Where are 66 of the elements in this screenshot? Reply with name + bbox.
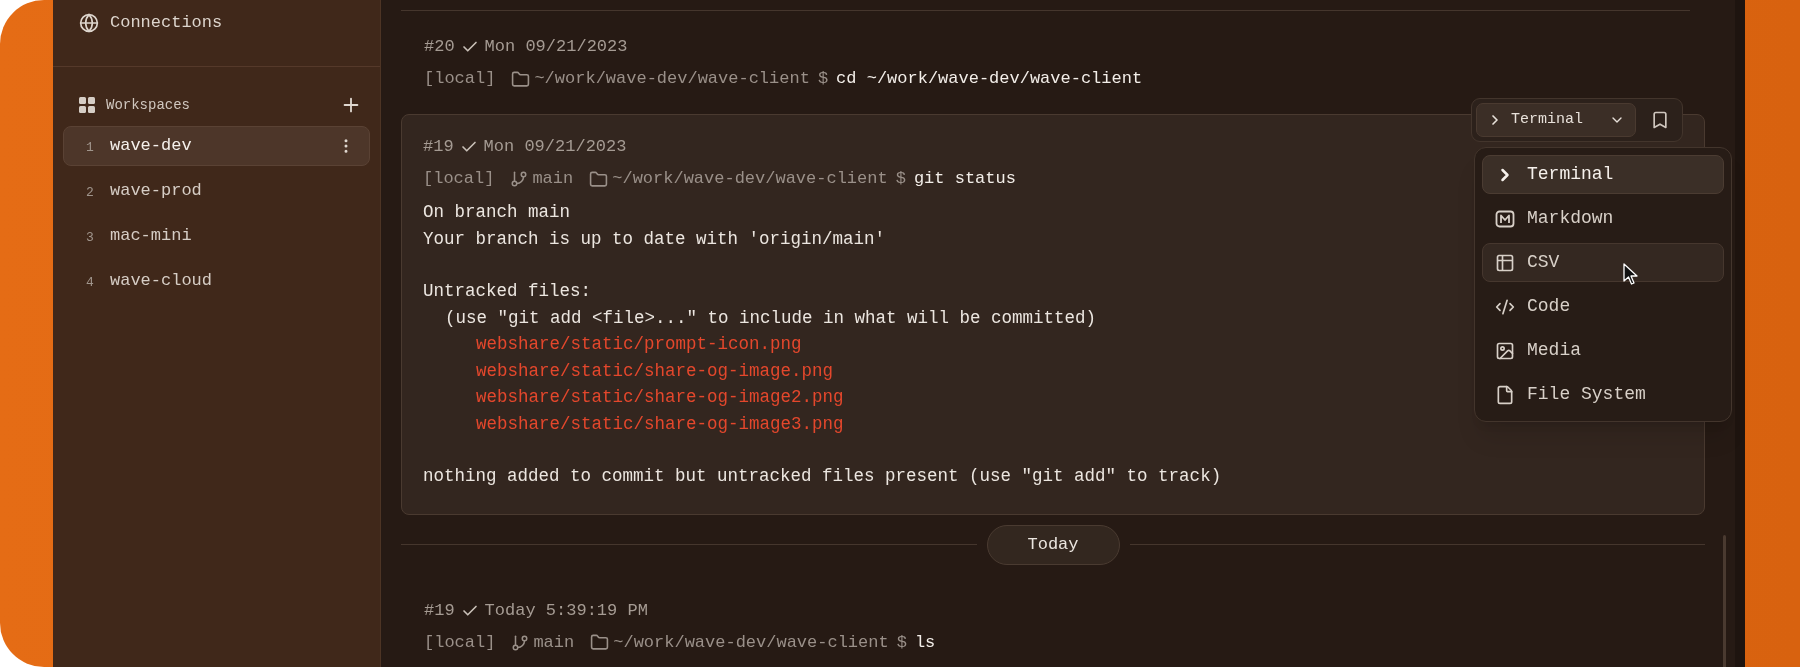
- prompt-sign: $: [896, 631, 907, 654]
- output-line: Your branch is up to date with 'origin/main': [423, 228, 886, 249]
- command-number: #19: [424, 599, 455, 622]
- view-menu-item[interactable]: Markdown: [1482, 199, 1724, 238]
- command-text: git status: [913, 168, 1016, 190]
- grid-icon: [79, 97, 95, 113]
- output-line: On branch main: [423, 202, 571, 222]
- output-line: webshare/static/share-og-image2.png: [476, 387, 844, 407]
- command-number: #19: [423, 136, 454, 158]
- output-line: (use "git add <file>..." to include in what will be committed): [445, 307, 1097, 328]
- command-text: cd ~/work/wave-dev/wave-client: [836, 68, 1143, 90]
- workspace-name: wave-cloud: [110, 270, 214, 293]
- git-branch-icon: [510, 170, 529, 188]
- working-directory: ~/work/wave-dev/wave-client: [612, 168, 888, 190]
- command-time: Today 5:39:19 PM: [484, 599, 648, 622]
- view-selector[interactable]: Terminal: [1476, 103, 1636, 137]
- folder-icon: [590, 633, 610, 652]
- command-number: #20: [424, 36, 455, 58]
- workspace-name: wave-dev: [110, 135, 193, 158]
- workspace-name: wave-prod: [110, 180, 203, 203]
- view-menu-item[interactable]: Terminal: [1482, 155, 1724, 194]
- view-menu-item[interactable]: CSV: [1482, 243, 1724, 282]
- working-directory: ~/work/wave-dev/wave-client: [613, 631, 889, 654]
- command-time: Mon 09/21/2023: [484, 36, 628, 58]
- git-branch-icon: [511, 633, 530, 652]
- output-line: webshare/static/share-og-image3.png: [476, 413, 844, 434]
- image-icon: [1495, 340, 1515, 361]
- workspace-item[interactable]: 4 wave-cloud: [63, 261, 370, 301]
- view-menu-item[interactable]: Media: [1482, 331, 1724, 370]
- workspaces-heading: Workspaces: [106, 95, 190, 115]
- command-block[interactable]: #19 Today 5:39:19 PM [local] main ~/work/wave-dev/wave-client $ ls: [401, 574, 1705, 667]
- branch-name: main: [532, 168, 574, 190]
- date-divider-label: Today: [986, 524, 1120, 565]
- scrollbar[interactable]: [1723, 535, 1726, 667]
- output-line: webshare/static/share-og-image.png: [476, 360, 834, 381]
- table-icon: [1495, 252, 1515, 273]
- workspace-item[interactable]: 2 wave-prod: [63, 171, 370, 211]
- host-label: [local]: [424, 68, 496, 90]
- bookmark-icon: [1650, 110, 1670, 130]
- output-line: webshare/static/prompt-icon.png: [476, 334, 802, 354]
- view-menu-item[interactable]: File System: [1482, 375, 1724, 414]
- working-directory: ~/work/wave-dev/wave-client: [534, 68, 810, 90]
- command-time: Mon 09/21/2023: [483, 136, 627, 158]
- prompt-sign: $: [895, 168, 906, 190]
- branch-name: main: [533, 631, 575, 654]
- workspace-item[interactable]: 3 mac-mini: [63, 216, 370, 256]
- mouse-pointer-icon: [1623, 263, 1639, 285]
- command-text: ls: [914, 631, 936, 654]
- workspace-name: mac-mini: [110, 225, 193, 248]
- workspace-number: 3: [86, 228, 95, 247]
- workspace-number: 4: [86, 273, 95, 292]
- host-label: [local]: [424, 631, 496, 654]
- workspace-item[interactable]: 1 wave-dev: [63, 126, 370, 166]
- connections-item[interactable]: Connections: [53, 0, 380, 46]
- workspace-number: 1: [86, 138, 95, 157]
- output-line: nothing added to commit but untracked files present (use "git add" to track): [423, 466, 1222, 486]
- prompt-sign: $: [817, 68, 829, 90]
- output-line: Untracked files:: [423, 281, 592, 301]
- workspace-number: 2: [86, 183, 95, 202]
- markdown-icon: [1495, 208, 1515, 229]
- folder-icon: [511, 69, 531, 89]
- file-icon: [1495, 384, 1515, 405]
- host-label: [local]: [423, 168, 495, 190]
- folder-icon: [589, 169, 609, 189]
- globe-icon: [79, 13, 99, 33]
- view-menu-item[interactable]: Code: [1482, 287, 1724, 326]
